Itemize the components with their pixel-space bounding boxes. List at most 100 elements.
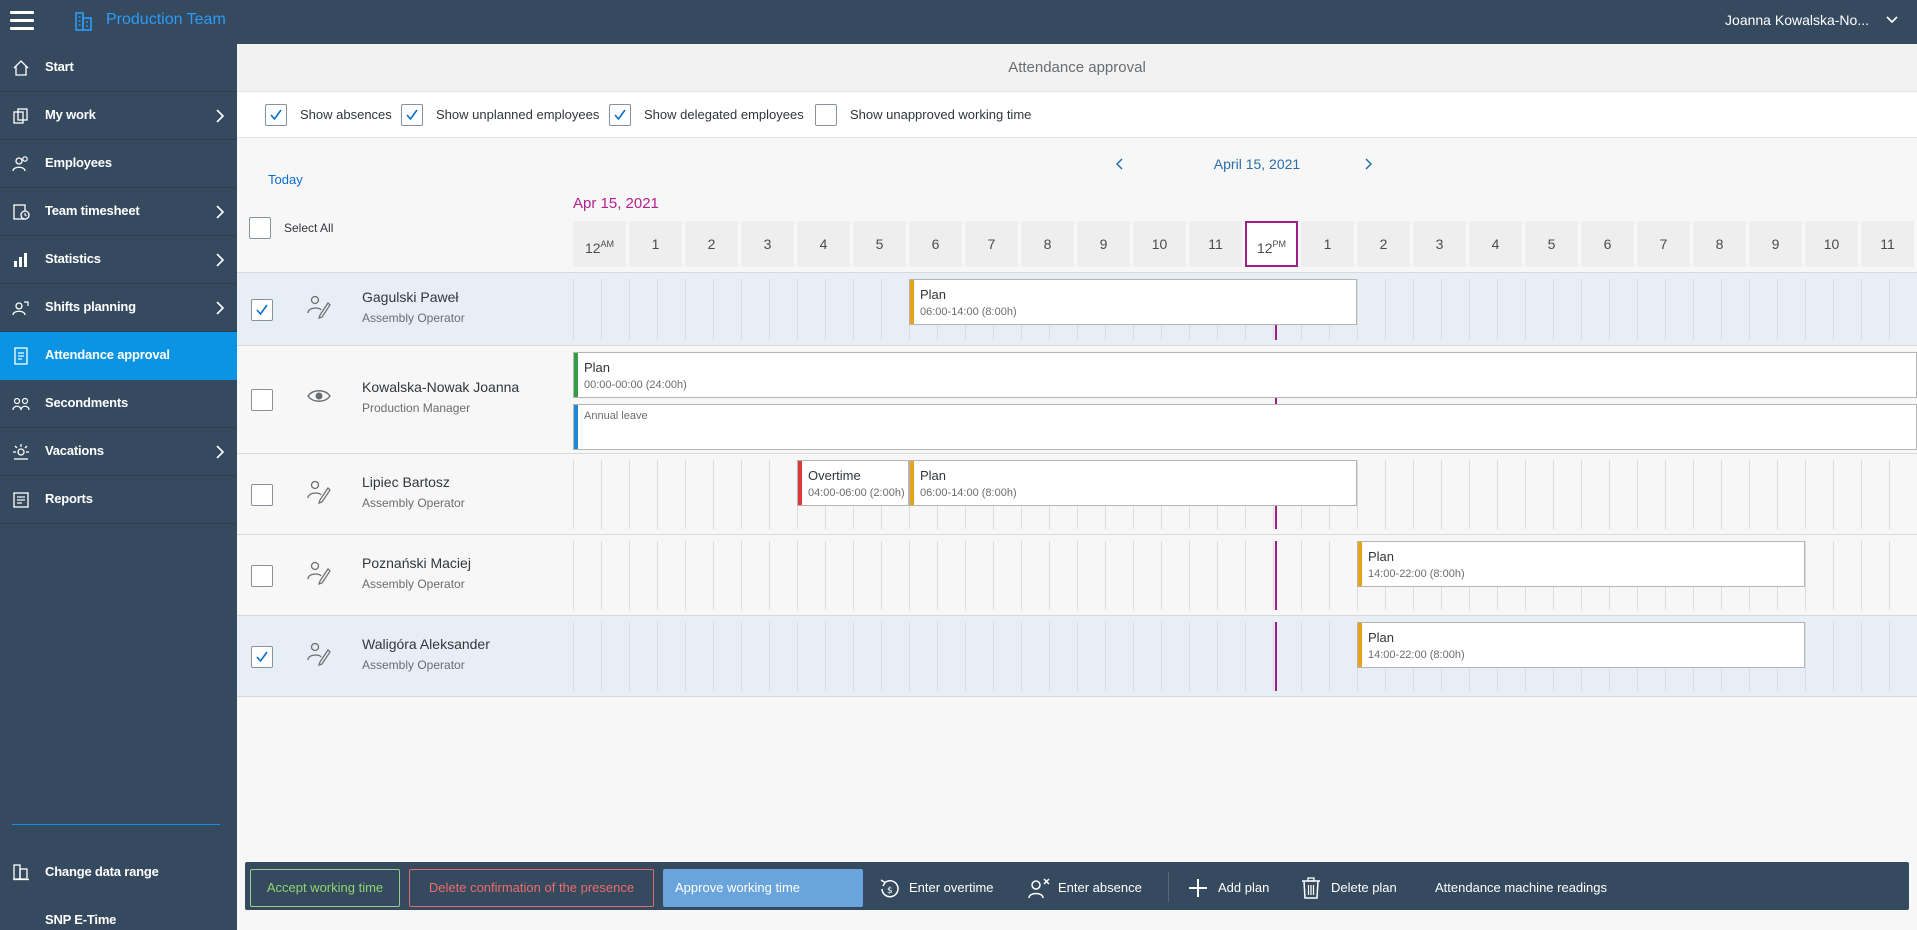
sidebar-item-secondments[interactable]: Secondments — [0, 380, 237, 428]
time-entry-bar[interactable]: Plan 06:00-14:00 (8:00h) — [909, 460, 1357, 506]
entry-title: Plan — [920, 468, 947, 483]
user-menu[interactable]: Joanna Kowalska-No... — [1725, 12, 1869, 28]
grid-tick — [1385, 460, 1386, 529]
grid-tick — [769, 622, 770, 691]
edit-person-icon[interactable] — [306, 293, 332, 319]
accept-working-time-button[interactable]: Accept working time — [250, 869, 400, 907]
checkbox[interactable] — [265, 104, 287, 126]
delete-confirmation-button[interactable]: Delete confirmation of the presence — [409, 869, 654, 907]
grid-tick — [1105, 541, 1106, 610]
grid-tick — [685, 279, 686, 340]
hour-value: 3 — [1435, 236, 1444, 252]
grid-tick — [1469, 460, 1470, 529]
chevron-right-icon[interactable] — [1359, 154, 1379, 174]
grid-tick — [573, 460, 574, 529]
sidebar-item-employees[interactable]: Employees — [0, 140, 237, 188]
enter-overtime-button[interactable]: $ Enter overtime — [878, 869, 1003, 907]
checkbox[interactable] — [401, 104, 423, 126]
sidebar-item-statistics[interactable]: Statistics — [0, 236, 237, 284]
hour-value: 9 — [1099, 236, 1108, 252]
hour-label: 4 — [797, 221, 850, 267]
edit-person-icon[interactable] — [306, 478, 332, 504]
hour-value: 5 — [875, 236, 884, 252]
grid-tick — [853, 279, 854, 340]
grid-tick — [881, 622, 882, 691]
grid-tick — [629, 279, 630, 340]
sidebar-item-shifts-planning[interactable]: Shifts planning — [0, 284, 237, 332]
grid-tick — [769, 541, 770, 610]
grid-tick — [1413, 460, 1414, 529]
attendance-machine-readings-button[interactable]: Attendance machine readings — [1435, 869, 1625, 907]
side-navigation: Change data range SNP E-Time Start My wor… — [0, 44, 237, 930]
menu-icon[interactable] — [10, 11, 34, 31]
eye-icon[interactable] — [306, 383, 332, 409]
enter-overtime-label: Enter overtime — [909, 880, 994, 895]
grid-tick — [741, 279, 742, 340]
pm-suffix: PM — [1272, 239, 1287, 249]
grid-tick — [1665, 279, 1666, 340]
grid-tick — [1301, 541, 1302, 610]
hour-label: 5 — [853, 221, 906, 267]
edit-person-icon[interactable] — [306, 640, 332, 666]
edit-person-icon[interactable] — [306, 559, 332, 585]
hour-value: 4 — [819, 236, 828, 252]
grid-tick — [881, 541, 882, 610]
grid-tick — [1777, 460, 1778, 529]
change-data-range-button[interactable]: Change data range — [0, 852, 237, 892]
grid-tick — [713, 622, 714, 691]
entry-accent — [910, 461, 914, 505]
sidebar-item-attendance-approval[interactable]: Attendance approval — [0, 332, 237, 380]
delete-plan-button[interactable]: Delete plan — [1300, 869, 1410, 907]
chevron-right-icon — [216, 301, 225, 315]
today-link[interactable]: Today — [268, 172, 303, 187]
grid-tick — [1245, 541, 1246, 610]
time-entry-bar[interactable]: Plan 00:00-00:00 (24:00h) — [573, 352, 1917, 398]
employee-name: Poznański Maciej — [362, 555, 471, 571]
time-entry-bar[interactable]: Annual leave — [573, 404, 1917, 450]
hour-value: 9 — [1771, 236, 1780, 252]
grid-tick — [1525, 460, 1526, 529]
checkbox[interactable] — [249, 217, 271, 239]
grid-tick — [741, 622, 742, 691]
row-checkbox[interactable] — [251, 299, 273, 321]
employee-name: Waligóra Aleksander — [362, 636, 490, 652]
sidebar-item-vacations[interactable]: Vacations — [0, 428, 237, 476]
grid-tick — [1049, 541, 1050, 610]
grid-tick — [1805, 460, 1806, 529]
grid-tick — [853, 541, 854, 610]
hour-value: 11 — [1880, 236, 1895, 252]
enter-absence-button[interactable]: Enter absence — [1027, 869, 1152, 907]
chevron-down-icon[interactable] — [1885, 13, 1899, 27]
sidebar-item-team-timesheet[interactable]: Team timesheet — [0, 188, 237, 236]
checkbox[interactable] — [609, 104, 631, 126]
time-entry-bar[interactable]: Overtime 04:00-06:00 (2:00h) — [797, 460, 909, 506]
grid-tick — [1469, 279, 1470, 340]
sidebar-item-reports[interactable]: Reports — [0, 476, 237, 524]
time-entry-bar[interactable]: Plan 14:00-22:00 (8:00h) — [1357, 622, 1805, 668]
row-checkbox[interactable] — [251, 389, 273, 411]
hour-label: 2 — [685, 221, 738, 267]
grid-tick — [825, 279, 826, 340]
chevron-left-icon[interactable] — [1109, 154, 1129, 174]
timeline: Plan 14:00-22:00 (8:00h) — [573, 622, 1917, 691]
plus-icon — [1189, 879, 1207, 897]
grid-tick — [1609, 460, 1610, 529]
row-checkbox[interactable] — [251, 484, 273, 506]
table-row: Lipiec Bartosz Assembly Operator Overtime 0… — [237, 454, 1917, 535]
sidebar-item-my-work[interactable]: My work — [0, 92, 237, 140]
hour-label: 11 — [1861, 221, 1914, 267]
time-entry-bar[interactable]: Plan 14:00-22:00 (8:00h) — [1357, 541, 1805, 587]
checkbox[interactable] — [815, 104, 837, 126]
time-entry-bar[interactable]: Plan 06:00-14:00 (8:00h) — [909, 279, 1357, 325]
add-plan-button[interactable]: Add plan — [1187, 869, 1282, 907]
row-checkbox[interactable] — [251, 565, 273, 587]
grid-tick — [1049, 622, 1050, 691]
snp-etime-link[interactable]: SNP E-Time — [0, 900, 237, 930]
sidebar-item-start[interactable]: Start — [0, 44, 237, 92]
filter-label: Show absences — [300, 107, 392, 122]
approve-working-time-button[interactable]: Approve working time — [663, 869, 863, 907]
row-checkbox[interactable] — [251, 646, 273, 668]
hour-label: 7 — [1637, 221, 1690, 267]
grid-tick — [965, 622, 966, 691]
grid-tick — [657, 279, 658, 340]
